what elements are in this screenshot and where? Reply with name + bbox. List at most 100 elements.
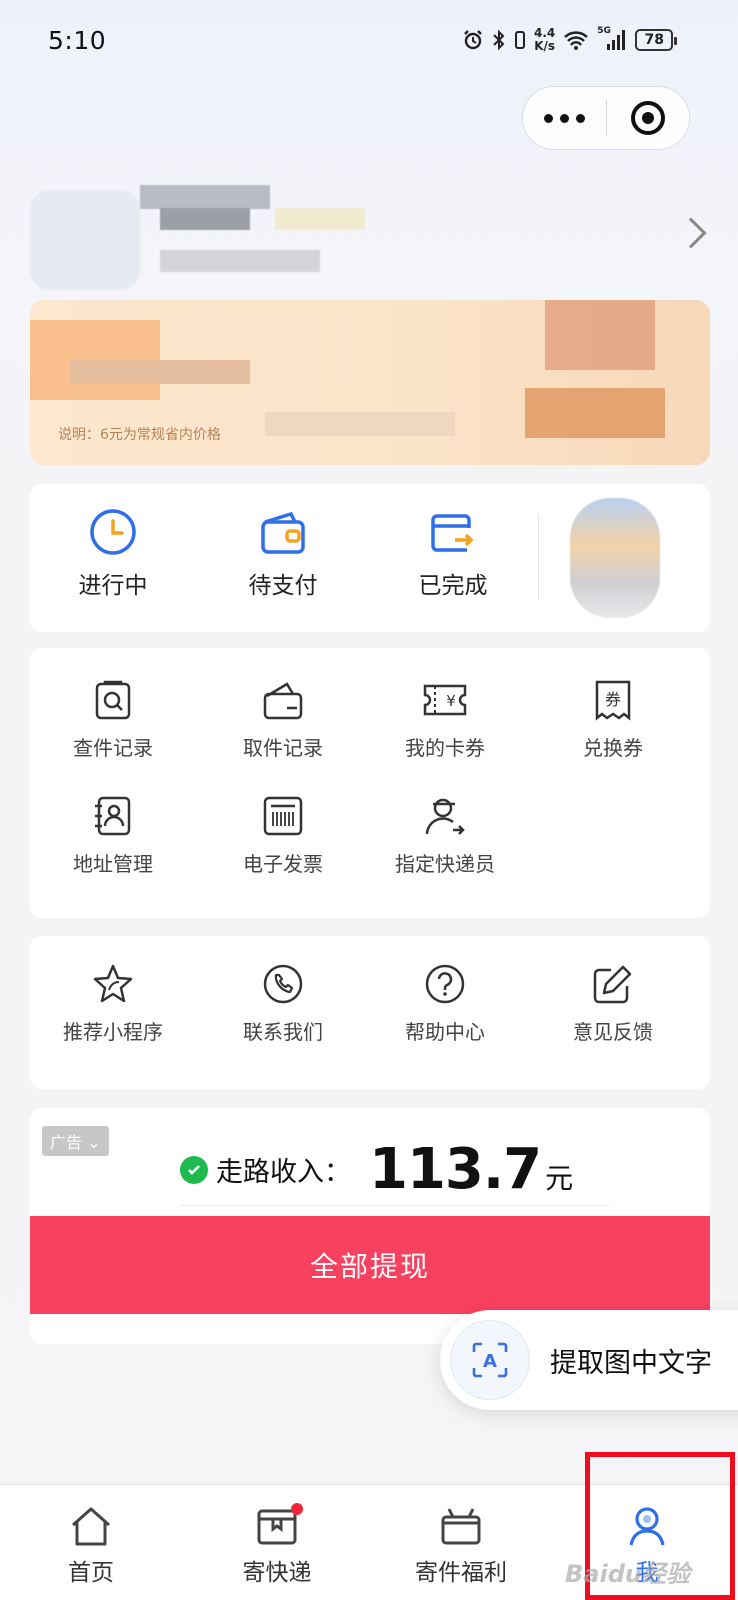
target-icon — [630, 101, 665, 135]
service-designated-courier[interactable]: 指定快递员 — [370, 794, 520, 877]
help-icon — [425, 964, 465, 1004]
extract-text-button[interactable]: A 提取图中文字 — [440, 1310, 738, 1410]
walk-income: 走路收入： 113.7 元 — [180, 1134, 610, 1206]
order-label: 已完成 — [418, 573, 488, 599]
close-button[interactable] — [607, 87, 690, 149]
walk-income-label: 走路收入： — [216, 1157, 351, 1188]
gift-icon — [441, 1508, 481, 1545]
check-icon — [180, 1155, 208, 1184]
promo-mosaic-note — [265, 412, 455, 436]
net-speed: 4.4 K/s — [534, 27, 555, 53]
service-pickup-records[interactable]: 取件记录 — [208, 678, 358, 761]
svg-text:¥: ¥ — [446, 692, 456, 710]
tab-home[interactable]: 首页 — [16, 1503, 166, 1587]
star-icon — [93, 964, 133, 1003]
service-my-coupons[interactable]: ¥ 我的卡券 — [370, 678, 520, 761]
orders-card: 进行中 待支付 已完成 — [30, 484, 710, 632]
tab-label: 寄快递 — [242, 1560, 312, 1586]
phone-mosaic — [160, 250, 320, 272]
extract-text-label: 提取图中文字 — [550, 1347, 712, 1379]
service-e-invoice[interactable]: 电子发票 — [208, 794, 358, 877]
promo-mosaic-button — [525, 388, 665, 438]
support-card: 推荐小程序 联系我们 帮助中心 意见反馈 — [30, 936, 710, 1089]
phone-icon — [263, 964, 303, 1004]
walk-income-amount: 113.7 — [369, 1137, 542, 1202]
tab-send-express[interactable]: 寄快递 — [202, 1503, 352, 1587]
support-label: 联系我们 — [243, 1020, 323, 1044]
withdraw-all-button[interactable]: 全部提现 — [30, 1216, 710, 1314]
badge-mosaic — [275, 208, 365, 230]
more-dots-icon — [543, 113, 585, 123]
tab-label: 寄件福利 — [415, 1560, 507, 1586]
box-arrow-icon — [431, 514, 474, 552]
mini-program-capsule — [522, 86, 690, 150]
watermark: Baidu经验 — [565, 1560, 690, 1588]
order-in-progress[interactable]: 进行中 — [48, 506, 178, 600]
signal-label: 5G — [597, 26, 611, 36]
ad-card: 广告 ⌄ 走路收入： 113.7 元 全部提现 — [30, 1108, 710, 1344]
service-redeem-voucher[interactable]: 券 兑换券 — [538, 678, 688, 761]
svg-text:券: 券 — [605, 690, 621, 709]
service-label: 取件记录 — [243, 736, 323, 760]
tab-shipping-benefits[interactable]: 寄件福利 — [386, 1503, 536, 1587]
walk-income-unit: 元 — [545, 1161, 574, 1195]
service-query-records[interactable]: 查件记录 — [38, 678, 188, 761]
chevron-down-icon: ⌄ — [82, 1133, 101, 1152]
chevron-right-icon[interactable] — [675, 217, 707, 249]
alarm-icon — [464, 30, 482, 50]
service-label: 地址管理 — [73, 852, 153, 876]
order-label: 进行中 — [78, 573, 148, 599]
support-recommend[interactable]: 推荐小程序 — [38, 962, 188, 1045]
service-label: 兑换券 — [583, 736, 643, 760]
cellular-signal: 5G — [597, 26, 627, 52]
ad-tag[interactable]: 广告 ⌄ — [42, 1126, 109, 1156]
promo-banner[interactable]: 说明：6元为常规省内价格 — [30, 300, 710, 465]
coupon-icon: 券 — [595, 680, 631, 721]
wifi-icon — [564, 31, 589, 50]
invoice-icon — [263, 796, 303, 836]
promo-mosaic-right — [545, 300, 655, 370]
profile-header[interactable] — [20, 180, 380, 290]
support-contact-us[interactable]: 联系我们 — [208, 962, 358, 1045]
username-mosaic — [140, 185, 270, 209]
edit-icon — [593, 965, 632, 1004]
more-button[interactable] — [523, 87, 606, 149]
promo-note: 说明：6元为常规省内价格 — [58, 427, 221, 443]
service-label: 我的卡券 — [405, 736, 485, 760]
username-mosaic-2 — [160, 208, 250, 230]
service-label: 查件记录 — [73, 736, 153, 760]
ad-tag-label: 广告 — [50, 1133, 83, 1152]
services-card: 查件记录 取件记录 ¥ 我的卡券 券 兑换券 地址管理 电子发票 指定快递员 — [30, 648, 710, 918]
mailbox-icon — [263, 682, 303, 720]
battery-indicator: 78 — [635, 29, 678, 51]
address-book-icon — [95, 796, 131, 836]
promo-mosaic-text — [70, 360, 250, 384]
support-label: 推荐小程序 — [63, 1020, 163, 1044]
support-feedback[interactable]: 意见反馈 — [538, 962, 688, 1045]
service-address-management[interactable]: 地址管理 — [38, 794, 188, 877]
support-help-center[interactable]: 帮助中心 — [370, 962, 520, 1045]
home-icon — [72, 1507, 110, 1546]
ticket-icon: ¥ — [423, 684, 467, 716]
wallet-icon — [261, 511, 305, 554]
bluetooth-icon — [493, 29, 505, 51]
courier-icon — [425, 798, 465, 835]
order-pending-payment[interactable]: 待支付 — [218, 506, 348, 600]
support-label: 意见反馈 — [573, 1020, 653, 1044]
net-speed-unit: K/s — [534, 39, 556, 53]
text-scan-icon: A — [450, 1320, 530, 1400]
vibrate-icon — [515, 31, 525, 49]
status-time: 5:10 — [48, 26, 107, 55]
search-doc-icon — [95, 680, 131, 720]
service-label: 指定快递员 — [395, 852, 495, 876]
order-extra-mosaic[interactable] — [570, 498, 660, 618]
notification-dot — [291, 1503, 303, 1515]
orders-divider — [538, 514, 539, 600]
order-label: 待支付 — [248, 573, 318, 599]
avatar — [30, 190, 140, 290]
clock-icon — [90, 509, 136, 555]
svg-text:A: A — [483, 1351, 497, 1372]
support-label: 帮助中心 — [405, 1020, 485, 1044]
tab-label: 首页 — [68, 1560, 114, 1586]
order-completed[interactable]: 已完成 — [388, 506, 518, 600]
